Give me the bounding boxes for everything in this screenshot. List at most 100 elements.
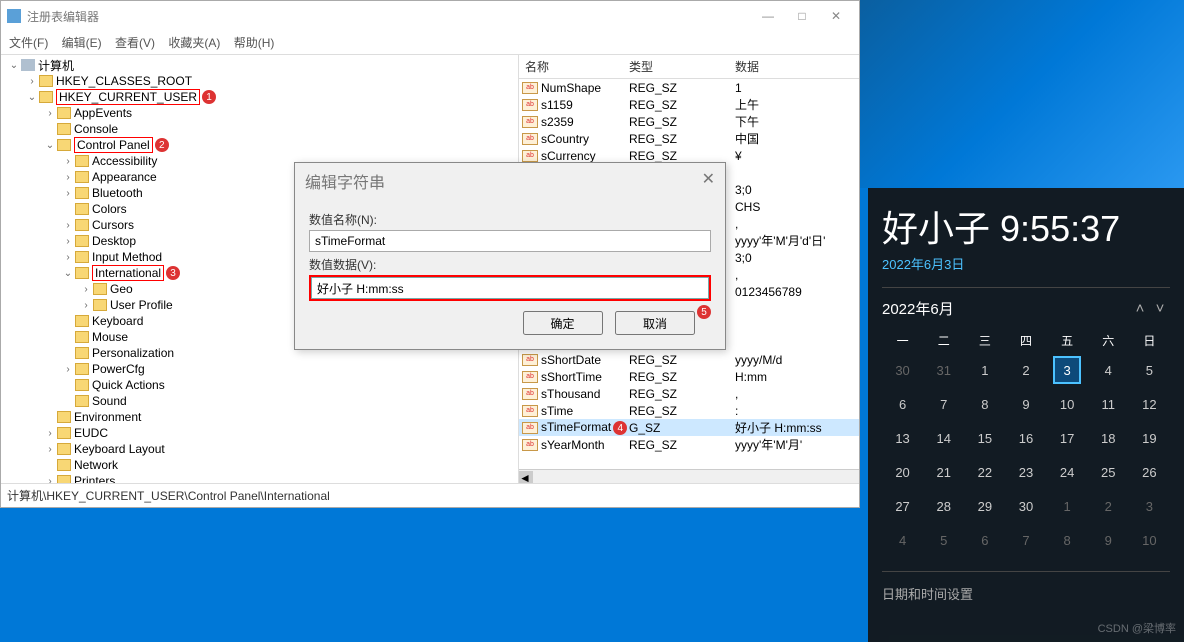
twisty-icon[interactable]: › <box>61 220 75 231</box>
calendar-day[interactable]: 30 <box>1005 489 1046 523</box>
twisty-icon[interactable]: › <box>61 252 75 263</box>
calendar-day[interactable]: 3 <box>1129 489 1170 523</box>
minimize-button[interactable]: — <box>751 5 785 27</box>
twisty-icon[interactable]: › <box>61 364 75 375</box>
calendar-day[interactable]: 10 <box>1129 523 1170 557</box>
menu-file[interactable]: 文件(F) <box>9 36 48 50</box>
cancel-button[interactable]: 取消 <box>615 311 695 335</box>
calendar-day[interactable]: 18 <box>1088 421 1129 455</box>
calendar-day[interactable]: 24 <box>1047 455 1088 489</box>
ok-button[interactable]: 确定 <box>523 311 603 335</box>
value-row[interactable]: absCountryREG_SZ中国 <box>519 130 859 147</box>
calendar-day[interactable]: 21 <box>923 455 964 489</box>
col-data[interactable]: 数据 <box>735 58 859 75</box>
calendar-day[interactable]: 12 <box>1129 387 1170 421</box>
calendar-day[interactable]: 6 <box>882 387 923 421</box>
calendar-day[interactable]: 11 <box>1088 387 1129 421</box>
col-type[interactable]: 类型 <box>629 58 735 75</box>
calendar-day[interactable]: 7 <box>1005 523 1046 557</box>
twisty-icon[interactable]: › <box>25 76 39 87</box>
value-row[interactable]: absTimeFormat4G_SZ好小子 H:mm:ss <box>519 419 859 436</box>
tree-item[interactable]: ›Keyboard Layout <box>1 441 518 457</box>
tree-item[interactable]: ›EUDC <box>1 425 518 441</box>
calendar-day[interactable]: 5 <box>1129 353 1170 387</box>
menu-edit[interactable]: 编辑(E) <box>62 36 102 50</box>
prev-month-icon[interactable]: ˄ <box>1130 300 1150 317</box>
calendar-day[interactable]: 8 <box>1047 523 1088 557</box>
calendar-day[interactable]: 2 <box>1005 353 1046 387</box>
twisty-icon[interactable]: › <box>43 108 57 119</box>
calendar-day[interactable]: 15 <box>964 421 1005 455</box>
twisty-icon[interactable]: › <box>61 236 75 247</box>
tree-item[interactable]: ⌄HKEY_CURRENT_USER1 <box>1 89 518 105</box>
twisty-icon[interactable]: › <box>43 476 57 484</box>
clock-date-link[interactable]: 2022年6月3日 <box>882 254 1170 273</box>
calendar-day[interactable]: 23 <box>1005 455 1046 489</box>
dialog-close-icon[interactable]: ✕ <box>702 169 715 193</box>
tree-item[interactable]: ›Printers <box>1 473 518 483</box>
tree-item[interactable]: Network <box>1 457 518 473</box>
tree-item[interactable]: Environment <box>1 409 518 425</box>
value-data-input[interactable] <box>311 277 709 299</box>
twisty-icon[interactable]: ⌄ <box>43 140 57 151</box>
value-row[interactable]: absShortDateREG_SZyyyy/M/d <box>519 351 859 368</box>
calendar-day[interactable]: 10 <box>1047 387 1088 421</box>
tree-item[interactable]: Quick Actions <box>1 377 518 393</box>
calendar-day[interactable]: 4 <box>882 523 923 557</box>
twisty-icon[interactable]: › <box>79 284 93 295</box>
calendar-day[interactable]: 7 <box>923 387 964 421</box>
calendar-day[interactable]: 5 <box>923 523 964 557</box>
calendar-day[interactable]: 3 <box>1047 353 1088 387</box>
dialog-title-bar[interactable]: 编辑字符串 ✕ <box>295 163 725 199</box>
tree-item[interactable]: Sound <box>1 393 518 409</box>
calendar-day[interactable]: 29 <box>964 489 1005 523</box>
value-row[interactable]: absYearMonthREG_SZyyyy'年'M'月' <box>519 436 859 453</box>
scroll-left-icon[interactable]: ◄ <box>519 471 533 483</box>
tree-item[interactable]: ⌄计算机 <box>1 57 518 73</box>
value-row[interactable]: abs1159REG_SZ上午 <box>519 96 859 113</box>
calendar-day[interactable]: 14 <box>923 421 964 455</box>
calendar-day[interactable]: 31 <box>923 353 964 387</box>
value-row[interactable]: absTimeREG_SZ: <box>519 402 859 419</box>
close-button[interactable]: ✕ <box>819 5 853 27</box>
next-month-icon[interactable]: ˅ <box>1150 300 1170 317</box>
tree-item[interactable]: ⌄Control Panel2 <box>1 137 518 153</box>
value-row[interactable]: absShortTimeREG_SZH:mm <box>519 368 859 385</box>
value-row[interactable]: abNumShapeREG_SZ1 <box>519 79 859 96</box>
calendar-day[interactable]: 2 <box>1088 489 1129 523</box>
calendar-day[interactable]: 1 <box>964 353 1005 387</box>
twisty-icon[interactable]: › <box>61 156 75 167</box>
date-time-settings-link[interactable]: 日期和时间设置 <box>882 584 1170 603</box>
twisty-icon[interactable]: › <box>61 172 75 183</box>
tree-item[interactable]: ›PowerCfg <box>1 361 518 377</box>
calendar-day[interactable]: 4 <box>1088 353 1129 387</box>
calendar-day[interactable]: 9 <box>1088 523 1129 557</box>
menu-view[interactable]: 查看(V) <box>115 36 155 50</box>
calendar-day[interactable]: 6 <box>964 523 1005 557</box>
twisty-icon[interactable]: › <box>61 188 75 199</box>
calendar-day[interactable]: 22 <box>964 455 1005 489</box>
col-name[interactable]: 名称 <box>519 58 629 75</box>
menu-help[interactable]: 帮助(H) <box>234 36 275 50</box>
tree-item[interactable]: ›HKEY_CLASSES_ROOT <box>1 73 518 89</box>
calendar-day[interactable]: 30 <box>882 353 923 387</box>
calendar-day[interactable]: 16 <box>1005 421 1046 455</box>
maximize-button[interactable]: □ <box>785 5 819 27</box>
calendar-day[interactable]: 20 <box>882 455 923 489</box>
calendar-month[interactable]: 2022年6月 <box>882 298 954 319</box>
value-row[interactable]: absThousandREG_SZ, <box>519 385 859 402</box>
calendar-day[interactable]: 17 <box>1047 421 1088 455</box>
twisty-icon[interactable]: ⌄ <box>61 268 75 279</box>
twisty-icon[interactable]: ⌄ <box>25 92 39 103</box>
h-scrollbar[interactable]: ◄ <box>519 469 859 483</box>
calendar-day[interactable]: 26 <box>1129 455 1170 489</box>
menu-fav[interactable]: 收藏夹(A) <box>168 36 220 50</box>
value-row[interactable]: abs2359REG_SZ下午 <box>519 113 859 130</box>
title-bar[interactable]: 注册表编辑器 — □ ✕ <box>1 1 859 31</box>
twisty-icon[interactable]: ⌄ <box>7 60 21 71</box>
calendar-day[interactable]: 13 <box>882 421 923 455</box>
calendar-day[interactable]: 28 <box>923 489 964 523</box>
calendar-day[interactable]: 8 <box>964 387 1005 421</box>
tree-item[interactable]: Console <box>1 121 518 137</box>
twisty-icon[interactable]: › <box>79 300 93 311</box>
